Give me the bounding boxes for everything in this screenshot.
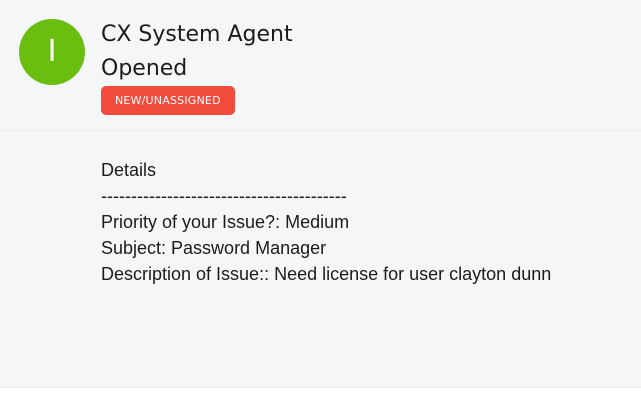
avatar: I xyxy=(19,19,85,85)
details-subject: Subject: Password Manager xyxy=(101,238,327,258)
details-priority: Priority of your Issue?: Medium xyxy=(101,212,350,232)
details-content: Details --------------------------------… xyxy=(101,157,551,287)
activity-header: I CX System Agent Opened NEW/UNASSIGNED xyxy=(0,0,641,131)
agent-name: CX System Agent xyxy=(101,22,293,47)
details-separator: ----------------------------------------… xyxy=(101,186,347,206)
bottom-divider xyxy=(0,387,641,394)
details-title: Details xyxy=(101,160,157,180)
details-description: Description of Issue:: Need license for … xyxy=(101,264,552,284)
status-badge: NEW/UNASSIGNED xyxy=(101,86,235,115)
activity-action: Opened xyxy=(101,56,188,81)
